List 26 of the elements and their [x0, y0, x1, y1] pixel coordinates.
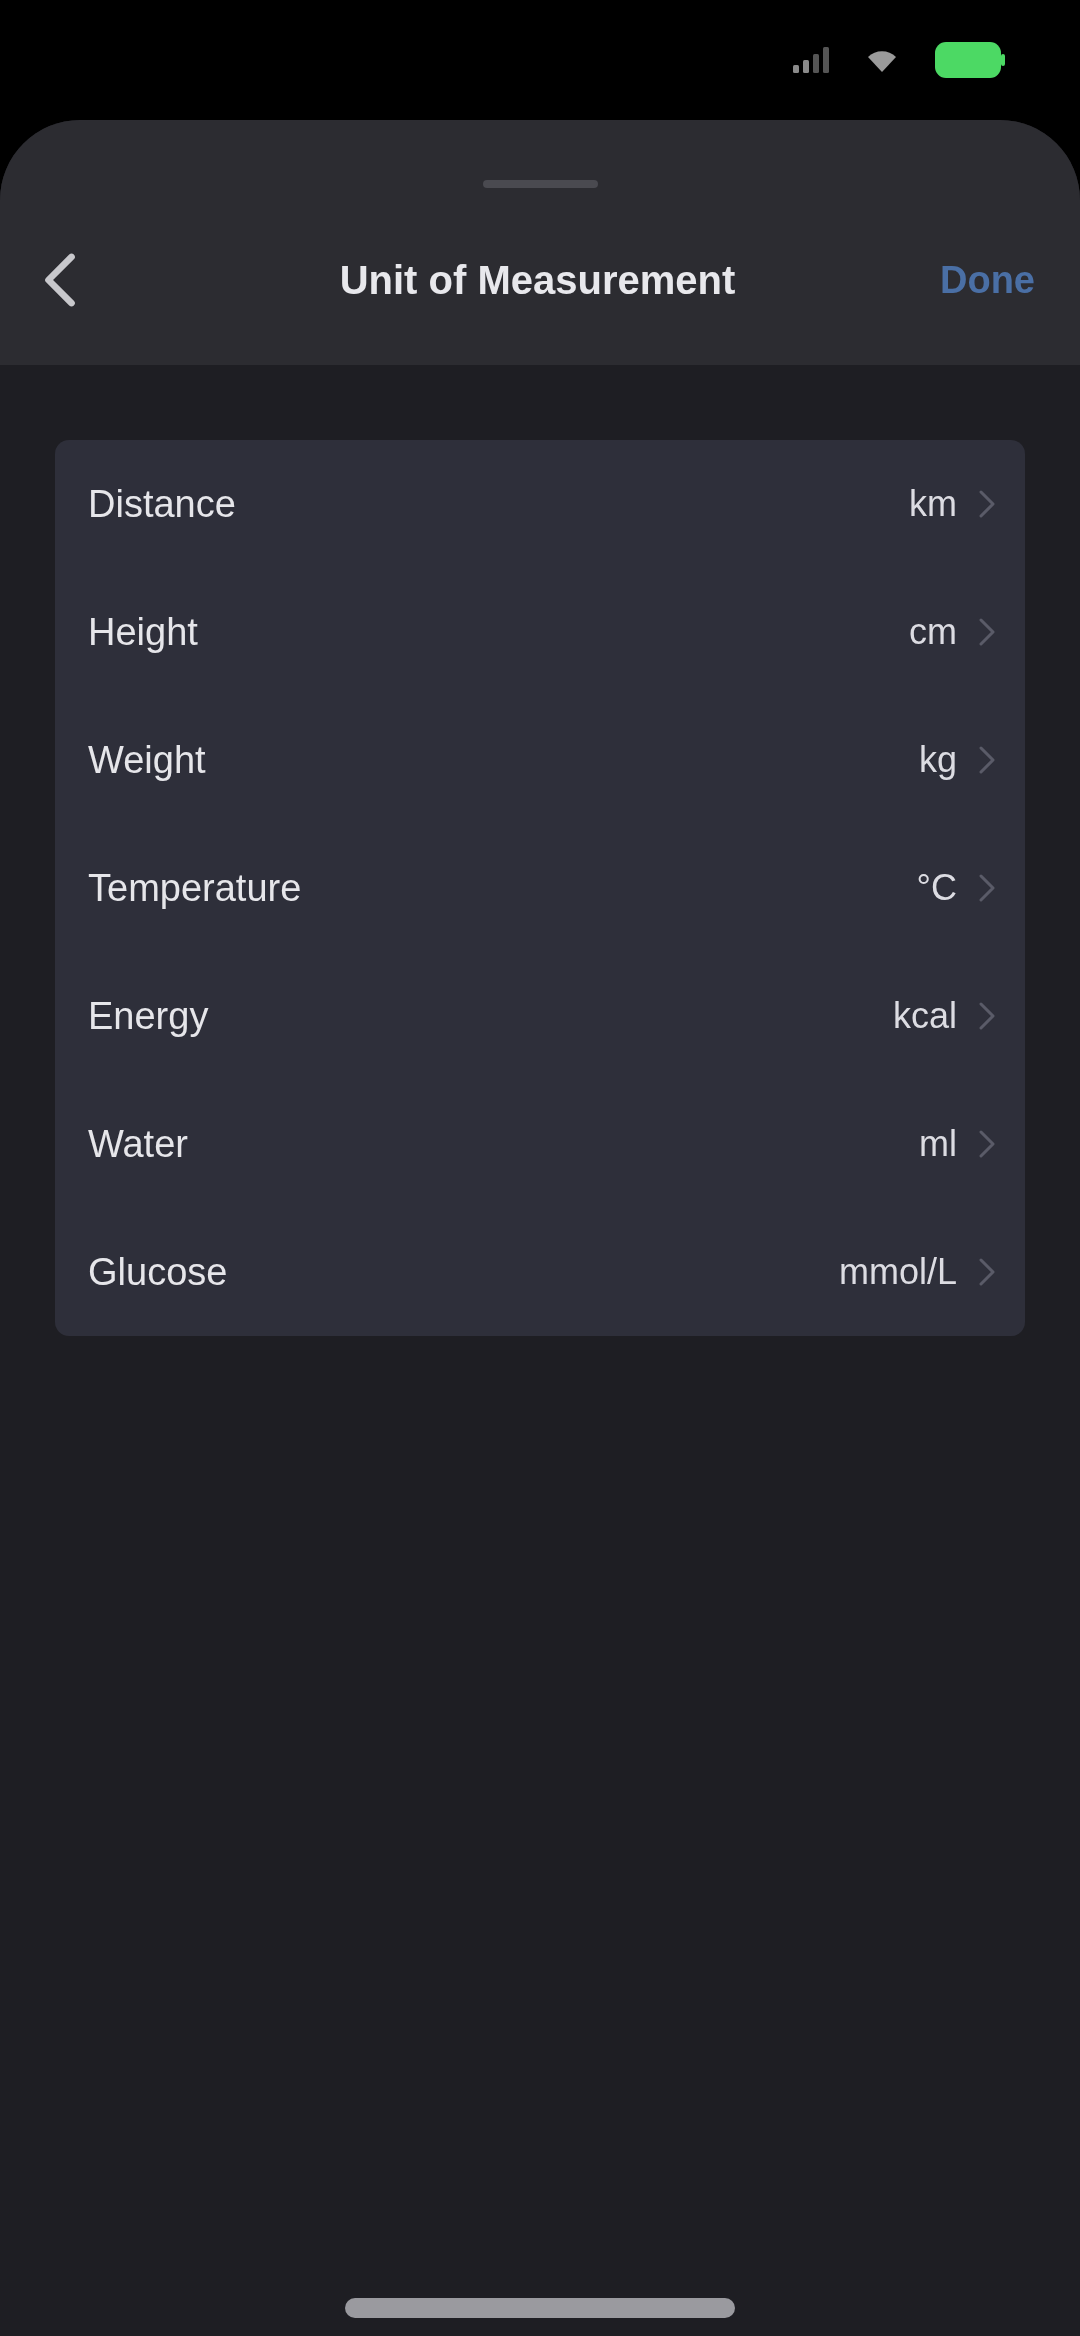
setting-value[interactable]: °C: [916, 867, 957, 909]
drag-handle[interactable]: [482, 180, 598, 188]
battery-icon: [935, 42, 1005, 78]
setting-value[interactable]: ml: [919, 1123, 957, 1165]
setting-label: Water: [88, 1122, 189, 1166]
setting-value[interactable]: kg: [918, 739, 957, 781]
chevron-right-icon: [979, 1002, 995, 1030]
signal-icon: [793, 47, 829, 73]
setting-value[interactable]: kcal: [892, 995, 957, 1037]
chevron-right-icon: [979, 490, 995, 518]
wifi-icon: [867, 48, 897, 72]
chevron-right-icon: [979, 746, 995, 774]
chevron-right-icon: [979, 618, 995, 646]
setting-label: Glucose: [88, 1250, 229, 1294]
chevron-right-icon: [979, 1258, 995, 1286]
setting-label: Distance: [88, 482, 237, 526]
setting-label: Energy: [88, 994, 210, 1038]
setting-label: Temperature: [88, 866, 303, 910]
chevron-right-icon: [979, 1130, 995, 1158]
setting-value[interactable]: mmol/L: [838, 1251, 957, 1293]
setting-label: Height: [88, 610, 199, 654]
setting-label: Weight: [88, 738, 207, 782]
screen-title: Unit of Measurement: [338, 257, 737, 303]
setting-value[interactable]: km: [909, 483, 957, 525]
chevron-right-icon: [979, 874, 995, 902]
setting-value[interactable]: cm: [909, 611, 957, 653]
